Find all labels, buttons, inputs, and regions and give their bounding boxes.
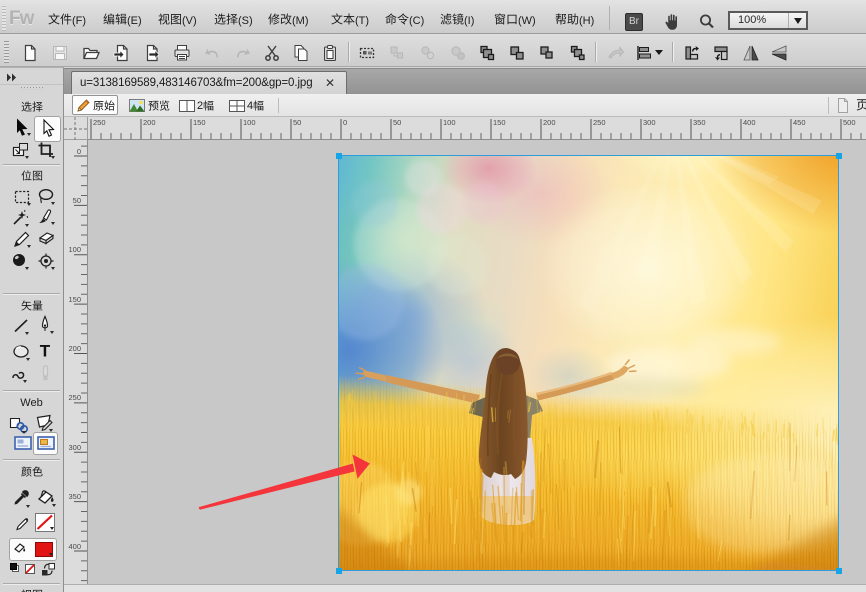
svg-text:T: T bbox=[40, 342, 51, 361]
